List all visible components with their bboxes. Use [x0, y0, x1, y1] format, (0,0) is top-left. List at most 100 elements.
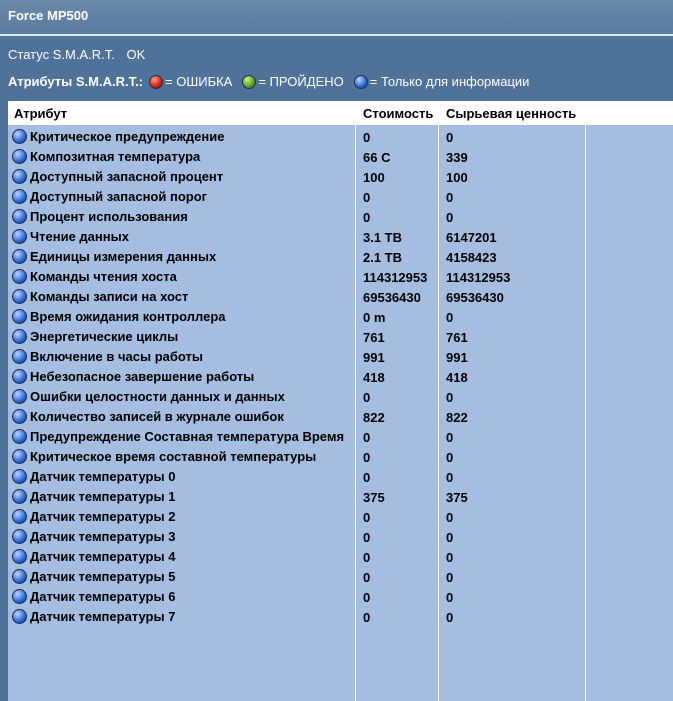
table-row[interactable]: Композитная температура 66 C 339 — [8, 147, 673, 167]
attribute-name: Чтение данных — [30, 229, 129, 244]
attribute-name: Предупреждение Составная температура Вре… — [30, 429, 345, 444]
attribute-cell: Датчик температуры 6 — [12, 589, 175, 604]
attribute-raw-value: 0 — [446, 450, 454, 465]
table-row[interactable]: Ошибки целостности данных и данных 0 0 — [8, 387, 673, 407]
attribute-value: 761 — [363, 330, 385, 345]
table-row[interactable]: Команды записи на хост 69536430 69536430 — [8, 287, 673, 307]
attribute-value: 822 — [363, 410, 385, 425]
info-status-icon — [12, 269, 27, 284]
info-status-icon — [12, 209, 27, 224]
legend-label: Атрибуты S.M.A.R.T.: — [8, 74, 144, 89]
attribute-raw-value: 0 — [446, 130, 454, 145]
attribute-name: Команды чтения хоста — [30, 269, 177, 284]
attribute-raw-value: 0 — [446, 590, 454, 605]
attribute-raw-value: 114312953 — [446, 270, 511, 285]
attribute-name: Датчик температуры 6 — [30, 589, 176, 604]
info-status-icon — [12, 549, 27, 564]
column-header-raw[interactable]: Сырьевая ценность — [446, 106, 576, 121]
info-status-icon — [12, 489, 27, 504]
info-status-icon — [12, 609, 27, 624]
attribute-value: 69536430 — [363, 290, 421, 305]
attribute-value: 0 — [363, 570, 371, 585]
attribute-value: 3.1 TB — [363, 230, 403, 245]
attribute-name: Время ожидания контроллера — [30, 309, 226, 324]
table-row[interactable]: Доступный запасной порог 0 0 — [8, 187, 673, 207]
attribute-cell: Датчик температуры 5 — [12, 569, 175, 584]
attribute-raw-value: 0 — [446, 610, 454, 625]
info-status-icon — [12, 309, 27, 324]
table-row[interactable]: Предупреждение Составная температура Вре… — [8, 427, 673, 447]
smart-attributes-table[interactable]: Атрибут Стоимость Сырьевая ценность Крит… — [8, 101, 673, 701]
attribute-raw-value: 100 — [446, 170, 468, 185]
table-row[interactable]: Датчик температуры 7 0 0 — [8, 607, 673, 627]
attribute-value: 0 — [363, 470, 371, 485]
legend-info-label: = Только для информации — [369, 74, 530, 89]
attribute-value: 375 — [363, 490, 385, 505]
table-row[interactable]: Датчик температуры 4 0 0 — [8, 547, 673, 567]
attribute-value: 0 m — [363, 310, 386, 325]
attribute-raw-value: 418 — [446, 370, 468, 385]
table-row[interactable]: Единицы измерения данных 2.1 TB 4158423 — [8, 247, 673, 267]
legend-passed-label: = ПРОЙДЕНО — [258, 74, 344, 89]
attribute-raw-value: 4158423 — [446, 250, 497, 265]
window-title: Force MP500 — [8, 8, 89, 23]
table-row[interactable]: Команды чтения хоста 114312953 114312953 — [8, 267, 673, 287]
legend-error: = ОШИБКА — [149, 74, 232, 89]
table-row[interactable]: Небезопасное завершение работы 418 418 — [8, 367, 673, 387]
attribute-name: Датчик температуры 3 — [30, 529, 176, 544]
attribute-value: 991 — [363, 350, 385, 365]
table-row[interactable]: Время ожидания контроллера 0 m 0 — [8, 307, 673, 327]
table-row[interactable]: Датчик температуры 6 0 0 — [8, 587, 673, 607]
attribute-name: Команды записи на хост — [30, 289, 189, 304]
info-status-icon — [12, 589, 27, 604]
attribute-value: 0 — [363, 590, 371, 605]
info-status-icon — [12, 169, 27, 184]
table-row[interactable]: Датчик температуры 5 0 0 — [8, 567, 673, 587]
table-header: Атрибут Стоимость Сырьевая ценность — [8, 101, 673, 125]
blue-status-icon — [353, 74, 368, 89]
attribute-name: Процент использования — [30, 209, 188, 224]
attribute-name: Ошибки целостности данных и данных — [30, 389, 285, 404]
table-row[interactable]: Процент использования 0 0 — [8, 207, 673, 227]
legend-passed: = ПРОЙДЕНО — [242, 74, 344, 89]
attribute-name: Небезопасное завершение работы — [30, 369, 255, 384]
attribute-name: Датчик температуры 1 — [30, 489, 176, 504]
info-status-icon — [12, 389, 27, 404]
attribute-value: 66 C — [363, 150, 391, 165]
attribute-cell: Датчик температуры 4 — [12, 549, 175, 564]
column-header-value[interactable]: Стоимость — [363, 106, 433, 121]
attribute-cell: Датчик температуры 2 — [12, 509, 175, 524]
attribute-cell: Критическое предупреждение — [12, 129, 224, 144]
attribute-name: Датчик температуры 7 — [30, 609, 176, 624]
attribute-value: 0 — [363, 190, 371, 205]
attribute-name: Критическое предупреждение — [30, 129, 225, 144]
table-row[interactable]: Датчик температуры 0 0 0 — [8, 467, 673, 487]
table-row[interactable]: Энергетические циклы 761 761 — [8, 327, 673, 347]
attribute-name: Единицы измерения данных — [30, 249, 217, 264]
table-row[interactable]: Критическое предупреждение 0 0 — [8, 127, 673, 147]
smart-status: Статус S.M.A.R.T. OK — [8, 47, 145, 62]
attribute-name: Датчик температуры 4 — [30, 549, 176, 564]
attribute-cell: Включение в часы работы — [12, 349, 203, 364]
attribute-name: Датчик температуры 0 — [30, 469, 176, 484]
table-row[interactable]: Датчик температуры 2 0 0 — [8, 507, 673, 527]
attribute-raw-value: 991 — [446, 350, 468, 365]
attribute-cell: Критическое время составной температуры — [12, 449, 316, 464]
attribute-name: Доступный запасной порог — [30, 189, 208, 204]
attribute-cell: Единицы измерения данных — [12, 249, 216, 264]
attribute-cell: Доступный запасной процент — [12, 169, 223, 184]
attribute-cell: Энергетические циклы — [12, 329, 178, 344]
table-row[interactable]: Датчик температуры 1 375 375 — [8, 487, 673, 507]
title-divider — [0, 34, 673, 36]
table-row[interactable]: Критическое время составной температуры 0… — [8, 447, 673, 467]
table-row[interactable]: Количество записей в журнале ошибок 822 82… — [8, 407, 673, 427]
column-header-attribute[interactable]: Атрибут — [14, 106, 67, 121]
table-row[interactable]: Датчик температуры 3 0 0 — [8, 527, 673, 547]
table-row[interactable]: Включение в часы работы 991 991 — [8, 347, 673, 367]
attribute-raw-value: 69536430 — [446, 290, 504, 305]
attribute-cell: Датчик температуры 7 — [12, 609, 175, 624]
info-status-icon — [12, 569, 27, 584]
table-row[interactable]: Чтение данных 3.1 TB 6147201 — [8, 227, 673, 247]
attribute-cell: Датчик температуры 0 — [12, 469, 175, 484]
table-row[interactable]: Доступный запасной процент 100 100 — [8, 167, 673, 187]
